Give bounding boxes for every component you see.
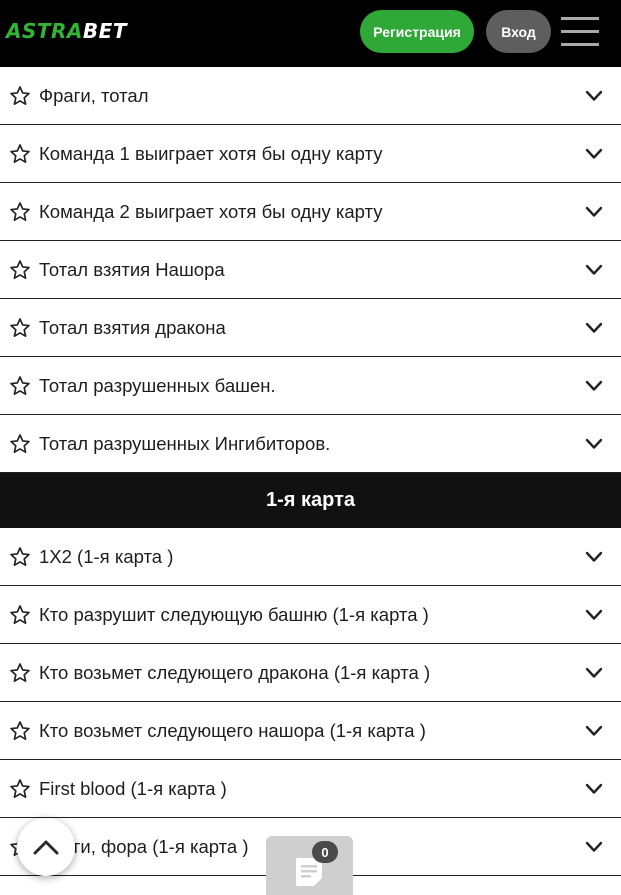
star-outline-icon[interactable] — [9, 604, 31, 626]
market-row[interactable]: Кто разрушит следующую башню (1-я карта … — [0, 586, 621, 644]
market-label: Тотал разрушенных Ингибиторов. — [39, 432, 331, 454]
betslip-button[interactable] — [266, 836, 353, 895]
register-button[interactable]: Регистрация — [360, 10, 474, 53]
market-row[interactable]: Тотал разрушенных башен. — [0, 357, 621, 415]
star-outline-icon[interactable] — [9, 433, 31, 455]
menu-line — [561, 30, 599, 33]
market-label: Фраги, тотал — [39, 84, 149, 106]
menu-line — [561, 17, 599, 20]
star-outline-icon[interactable] — [9, 317, 31, 339]
chevron-down-icon[interactable] — [585, 438, 603, 450]
hamburger-menu-icon[interactable] — [561, 17, 599, 47]
star-outline-icon[interactable] — [9, 662, 31, 684]
section-header-map-1: 1-я карта — [0, 473, 621, 528]
market-row[interactable]: 1X2 (1-я карта ) — [0, 528, 621, 586]
market-row[interactable]: Кто возьмет следующего нашора (1-я карта… — [0, 702, 621, 760]
market-row[interactable]: First blood (1-я карта ) — [0, 760, 621, 818]
chevron-down-icon[interactable] — [585, 667, 603, 679]
star-outline-icon[interactable] — [9, 375, 31, 397]
page: ASTRABET Регистрация Вход Фраги, тотал К… — [0, 0, 621, 895]
chevron-down-icon[interactable] — [585, 90, 603, 102]
market-row[interactable]: Фраги, тотал — [0, 67, 621, 125]
market-label: Кто возьмет следующего нашора (1-я карта… — [39, 719, 426, 741]
star-outline-icon[interactable] — [9, 778, 31, 800]
market-row[interactable]: Тотал взятия дракона — [0, 299, 621, 357]
betslip-count-badge: 0 — [312, 841, 338, 863]
market-row[interactable]: Тотал разрушенных Ингибиторов. — [0, 415, 621, 473]
chevron-down-icon[interactable] — [585, 841, 603, 853]
market-label: First blood (1-я карта ) — [39, 777, 227, 799]
chevron-down-icon[interactable] — [585, 609, 603, 621]
market-label: 1X2 (1-я карта ) — [39, 545, 174, 567]
login-button[interactable]: Вход — [486, 10, 551, 53]
menu-line — [561, 43, 599, 46]
market-row[interactable]: Тотал взятия Нашора — [0, 241, 621, 299]
star-outline-icon[interactable] — [9, 201, 31, 223]
logo-part-bet: BET — [82, 19, 127, 43]
market-row[interactable]: Команда 2 выиграет хотя бы одну карту — [0, 183, 621, 241]
market-label: Тотал взятия дракона — [39, 316, 226, 338]
chevron-down-icon[interactable] — [585, 725, 603, 737]
section-title: 1-я карта — [265, 489, 355, 511]
header: ASTRABET Регистрация Вход — [0, 0, 621, 67]
logo[interactable]: ASTRABET — [6, 19, 127, 43]
market-label: Команда 2 выиграет хотя бы одну карту — [39, 200, 383, 222]
chevron-down-icon[interactable] — [585, 206, 603, 218]
market-label: Кто разрушит следующую башню (1-я карта … — [39, 603, 429, 625]
star-outline-icon[interactable] — [9, 720, 31, 742]
market-label: Кто возьмет следующего дракона (1-я карт… — [39, 661, 431, 683]
market-label: Команда 1 выиграет хотя бы одну карту — [39, 142, 383, 164]
scroll-top-button[interactable] — [17, 818, 75, 876]
market-label: Тотал взятия Нашора — [39, 258, 225, 280]
chevron-down-icon[interactable] — [585, 148, 603, 160]
logo-part-astra: ASTRA — [6, 19, 83, 43]
markets-list: Фраги, тотал Команда 1 выиграет хотя бы … — [0, 67, 621, 895]
market-row[interactable]: Кто возьмет следующего дракона (1-я карт… — [0, 644, 621, 702]
star-outline-icon[interactable] — [9, 85, 31, 107]
chevron-down-icon[interactable] — [585, 264, 603, 276]
star-outline-icon[interactable] — [9, 546, 31, 568]
market-row[interactable]: Команда 1 выиграет хотя бы одну карту — [0, 125, 621, 183]
market-label: Тотал разрушенных башен. — [39, 374, 276, 396]
star-outline-icon[interactable] — [9, 143, 31, 165]
chevron-down-icon[interactable] — [585, 783, 603, 795]
chevron-down-icon[interactable] — [585, 551, 603, 563]
chevron-down-icon[interactable] — [585, 380, 603, 392]
chevron-up-icon — [33, 840, 59, 855]
chevron-down-icon[interactable] — [585, 322, 603, 334]
star-outline-icon[interactable] — [9, 259, 31, 281]
